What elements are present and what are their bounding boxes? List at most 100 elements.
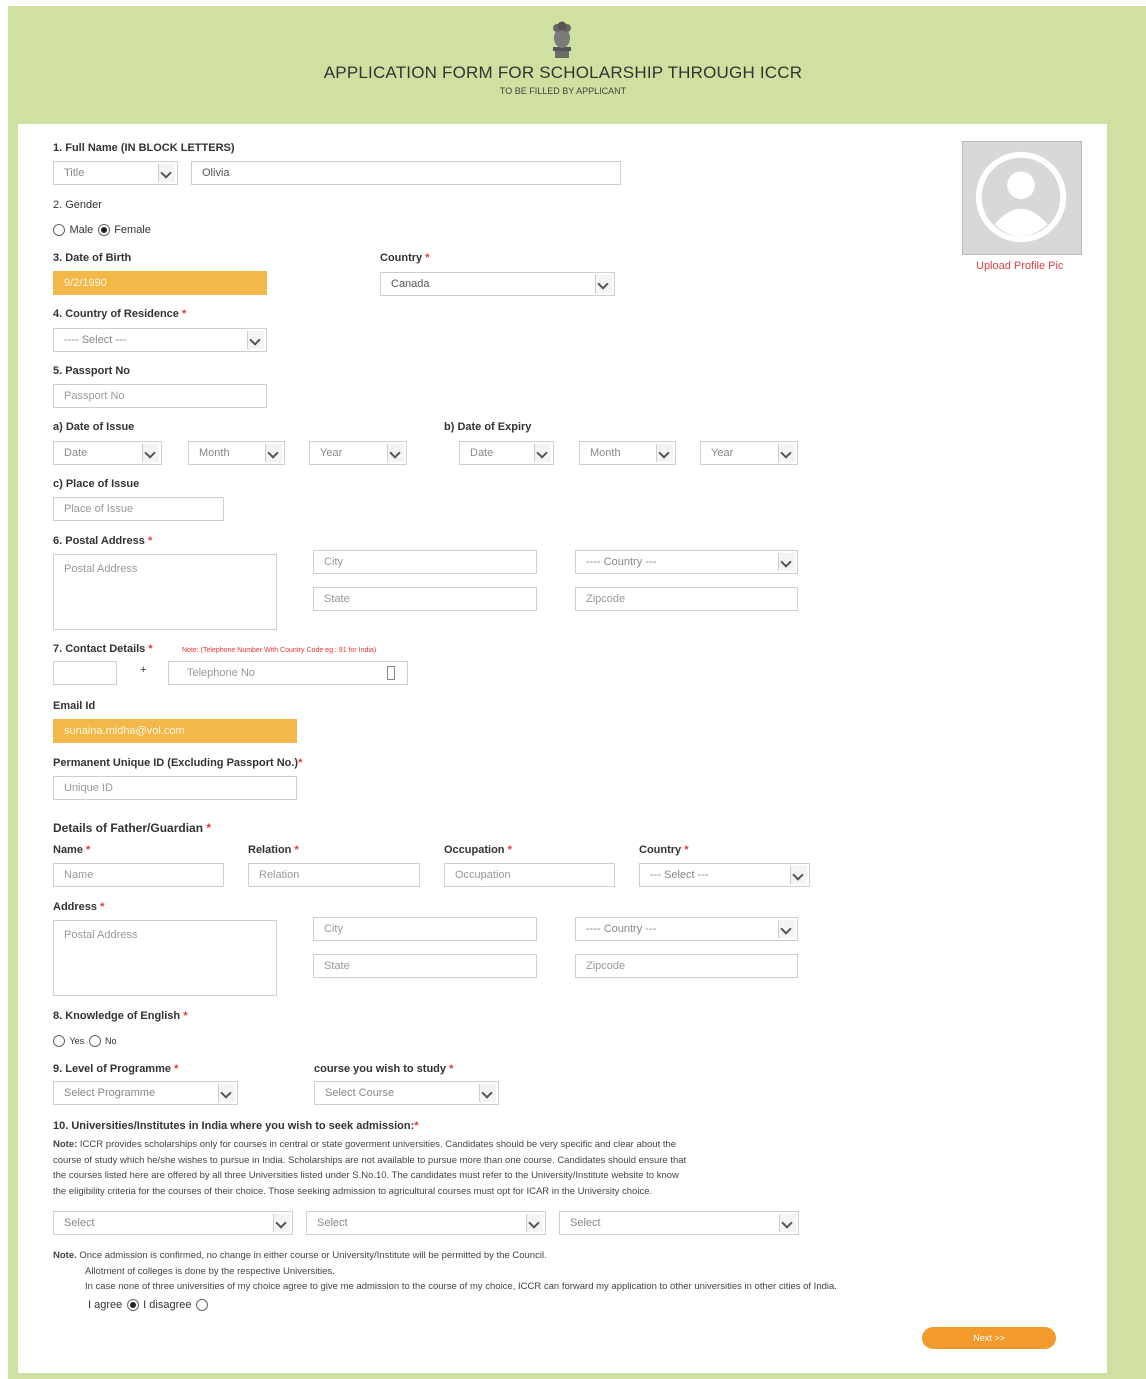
chevron-down-icon	[779, 1214, 796, 1232]
date-of-issue-label: a) Date of Issue	[53, 421, 135, 433]
guardian-state-input[interactable]: State	[313, 954, 537, 978]
guardian-name-label: Name *	[53, 844, 91, 856]
universities-note-line-4: the eligibility criteria for the courses…	[53, 1185, 653, 1197]
final-note-line-2: Allotment of colleges is done by the res…	[85, 1265, 335, 1277]
english-yes-radio[interactable]	[53, 1034, 65, 1047]
postal-country-select[interactable]: ---- Country ---	[575, 550, 798, 574]
final-note: Note. Once admission is confirmed, no ch…	[53, 1248, 1093, 1295]
programme-select[interactable]: Select Programme	[53, 1081, 238, 1105]
email-input[interactable]: sunaina.midha@vol.com	[53, 719, 297, 743]
english-knowledge-label-text: 8. Knowledge of English	[53, 1010, 181, 1022]
guardian-country-value: --- Select ---	[650, 869, 709, 881]
english-options: Yes No	[53, 1032, 117, 1050]
title-select[interactable]: Title	[53, 161, 178, 185]
universities-label: 10. Universities/Institutes in India whe…	[53, 1120, 419, 1132]
university-select-3-value: Select	[570, 1217, 601, 1229]
guardian-relation-label-text: Relation	[248, 844, 292, 856]
user-avatar-icon	[975, 151, 1067, 243]
universities-note-line-3: the courses listed here are offered by a…	[53, 1170, 679, 1181]
city-input[interactable]: City	[313, 550, 537, 574]
gender-female-label: Female	[114, 223, 151, 236]
residence-label: 4. Country of Residence *	[53, 308, 187, 320]
guardian-city-input[interactable]: City	[313, 917, 537, 941]
telephone-placeholder: Telephone No	[187, 667, 255, 679]
full-name-input[interactable]: Olivia	[191, 161, 621, 185]
expiry-year-select[interactable]: Year	[700, 441, 798, 465]
gender-male-radio[interactable]	[53, 223, 65, 236]
agreement-options: I agree I disagree	[88, 1296, 208, 1314]
gender-female-radio[interactable]	[97, 223, 110, 236]
university-select-2[interactable]: Select	[306, 1211, 546, 1235]
passport-label: 5. Passport No	[53, 365, 131, 377]
course-select-value: Select Course	[325, 1087, 395, 1099]
university-select-3[interactable]: Select	[559, 1211, 799, 1235]
universities-note-text-1: ICCR provides scholarships only for cour…	[79, 1139, 677, 1150]
course-label: course you wish to study *	[314, 1063, 454, 1075]
state-input[interactable]: State	[313, 587, 537, 611]
universities-note-bold: Note:	[53, 1139, 78, 1150]
upload-profile-pic-link[interactable]: Upload Profile Pic	[976, 260, 1063, 272]
expiry-month-select[interactable]: Month	[579, 441, 676, 465]
residence-select[interactable]: ---- Select ---	[53, 328, 267, 352]
guardian-country-label-text: Country	[639, 844, 682, 856]
agree-radio[interactable]	[126, 1298, 139, 1311]
chevron-down-icon	[656, 444, 673, 462]
english-knowledge-label: 8. Knowledge of English *	[53, 1010, 188, 1022]
postal-address-label-text: 6. Postal Address	[53, 535, 145, 547]
issue-date-select[interactable]: Date	[53, 441, 162, 465]
universities-note-line-1: Note: ICCR provides scholarships only fo…	[53, 1137, 813, 1153]
guardian-heading-text: Details of Father/Guardian	[53, 821, 204, 835]
telephone-input[interactable]: Telephone No	[168, 661, 408, 685]
guardian-address-textarea[interactable]: Postal Address	[53, 920, 277, 996]
guardian-address-label-text: Address	[53, 901, 98, 913]
chevron-down-icon	[218, 1084, 235, 1102]
form-header: APPLICATION FORM FOR SCHOLARSHIP THROUGH…	[8, 6, 1146, 124]
guardian-zipcode-input[interactable]: Zipcode	[575, 954, 798, 978]
guardian-address-country-select[interactable]: ---- Country ---	[575, 917, 798, 941]
guardian-address-country-value: ---- Country ---	[586, 923, 657, 935]
chevron-down-icon	[778, 553, 795, 571]
issue-date-value: Date	[64, 447, 88, 459]
number-spinner-icon[interactable]	[387, 666, 395, 680]
guardian-relation-label: Relation *	[248, 844, 299, 856]
university-select-2-value: Select	[317, 1217, 348, 1229]
guardian-country-select[interactable]: --- Select ---	[639, 863, 810, 887]
dob-input[interactable]: 9/2/1990	[53, 271, 267, 295]
issue-month-select[interactable]: Month	[188, 441, 285, 465]
guardian-occupation-label: Occupation *	[444, 844, 512, 856]
passport-input[interactable]: Passport No	[53, 384, 267, 408]
profile-pic-placeholder[interactable]	[962, 141, 1082, 255]
form-card: Upload Profile Pic 1. Full Name (IN BLOC…	[18, 124, 1107, 1373]
zipcode-input[interactable]: Zipcode	[575, 587, 798, 611]
guardian-heading: Details of Father/Guardian *	[53, 821, 212, 835]
contact-details-label: 7. Contact Details *	[53, 643, 153, 655]
english-no-label: No	[105, 1035, 117, 1046]
country-select[interactable]: Canada	[380, 272, 615, 296]
country-code-input[interactable]	[53, 661, 117, 685]
next-button[interactable]: Next >>	[922, 1327, 1056, 1349]
chevron-down-icon	[247, 331, 264, 349]
chevron-down-icon	[142, 444, 159, 462]
universities-note-line-2: course of study which he/she wishes to p…	[53, 1154, 687, 1166]
issue-year-value: Year	[320, 447, 343, 459]
guardian-country-label: Country *	[639, 844, 689, 856]
disagree-label: I disagree	[143, 1298, 192, 1311]
course-select[interactable]: Select Course	[314, 1081, 499, 1105]
unique-id-input[interactable]: Unique ID	[53, 776, 297, 800]
guardian-occupation-input[interactable]: Occupation	[444, 863, 615, 887]
country-label-text: Country	[380, 252, 423, 264]
gender-male-label: Male	[69, 223, 94, 236]
form-title: APPLICATION FORM FOR SCHOLARSHIP THROUGH…	[323, 63, 803, 82]
guardian-name-input[interactable]: Name	[53, 863, 224, 887]
english-no-radio[interactable]	[88, 1034, 101, 1047]
place-of-issue-input[interactable]: Place of Issue	[53, 497, 224, 521]
postal-address-textarea[interactable]: Postal Address	[53, 554, 277, 630]
plus-sign: +	[140, 664, 147, 676]
disagree-radio[interactable]	[195, 1298, 208, 1311]
university-select-1[interactable]: Select	[53, 1211, 293, 1235]
expiry-date-select[interactable]: Date	[459, 441, 554, 465]
email-label: Email Id	[53, 700, 96, 712]
issue-year-select[interactable]: Year	[309, 441, 407, 465]
final-note-text-1: Once admission is confirmed, no change i…	[79, 1250, 547, 1261]
guardian-relation-input[interactable]: Relation	[248, 863, 420, 887]
